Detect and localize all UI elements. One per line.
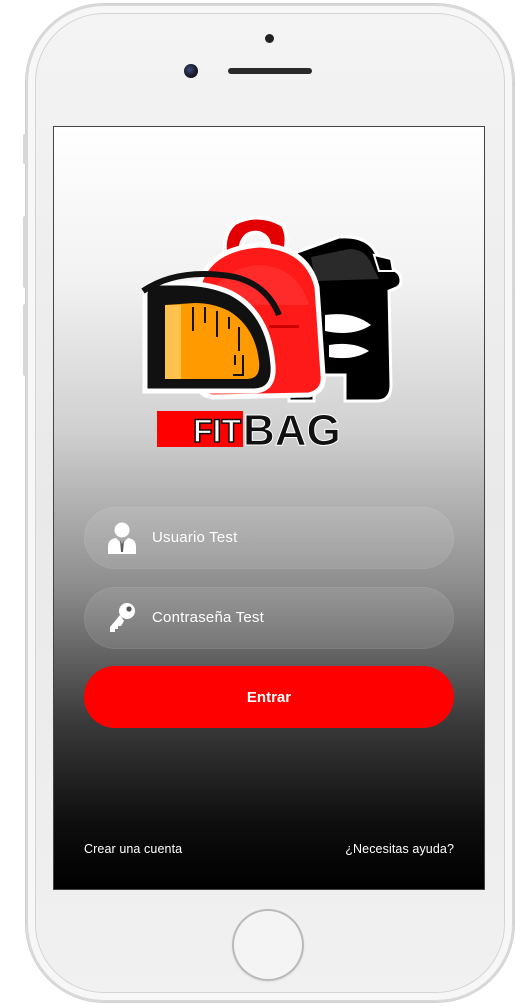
home-button[interactable]	[232, 909, 304, 981]
earpiece-speaker	[228, 68, 312, 74]
username-value: Usuario Test	[152, 529, 238, 546]
volume-down-button	[23, 304, 27, 376]
mute-switch	[23, 134, 27, 164]
logo-word-bag: BAG	[243, 406, 341, 455]
help-link[interactable]: ¿Necesitas ayuda?	[345, 842, 454, 856]
user-icon	[108, 522, 136, 554]
volume-up-button	[23, 216, 27, 288]
key-icon	[110, 603, 135, 632]
password-value: Contraseña Test	[152, 609, 264, 626]
fitbag-logo-icon: FIT BAG	[141, 215, 403, 456]
username-field[interactable]: Usuario Test	[84, 507, 454, 569]
login-button[interactable]: Entrar	[84, 666, 454, 728]
password-field[interactable]: Contraseña Test	[84, 587, 454, 649]
create-account-link[interactable]: Crear una cuenta	[84, 842, 182, 856]
device-mockup: FIT BAG Usuario Test Contraseña Test Ent…	[0, 0, 515, 1006]
logo-word-fit: FIT	[193, 413, 241, 449]
proximity-sensor	[265, 34, 274, 43]
fitbag-wordmark: FIT BAG	[157, 406, 341, 456]
app-screen: FIT BAG Usuario Test Contraseña Test Ent…	[54, 127, 484, 889]
front-camera-icon	[184, 64, 198, 78]
